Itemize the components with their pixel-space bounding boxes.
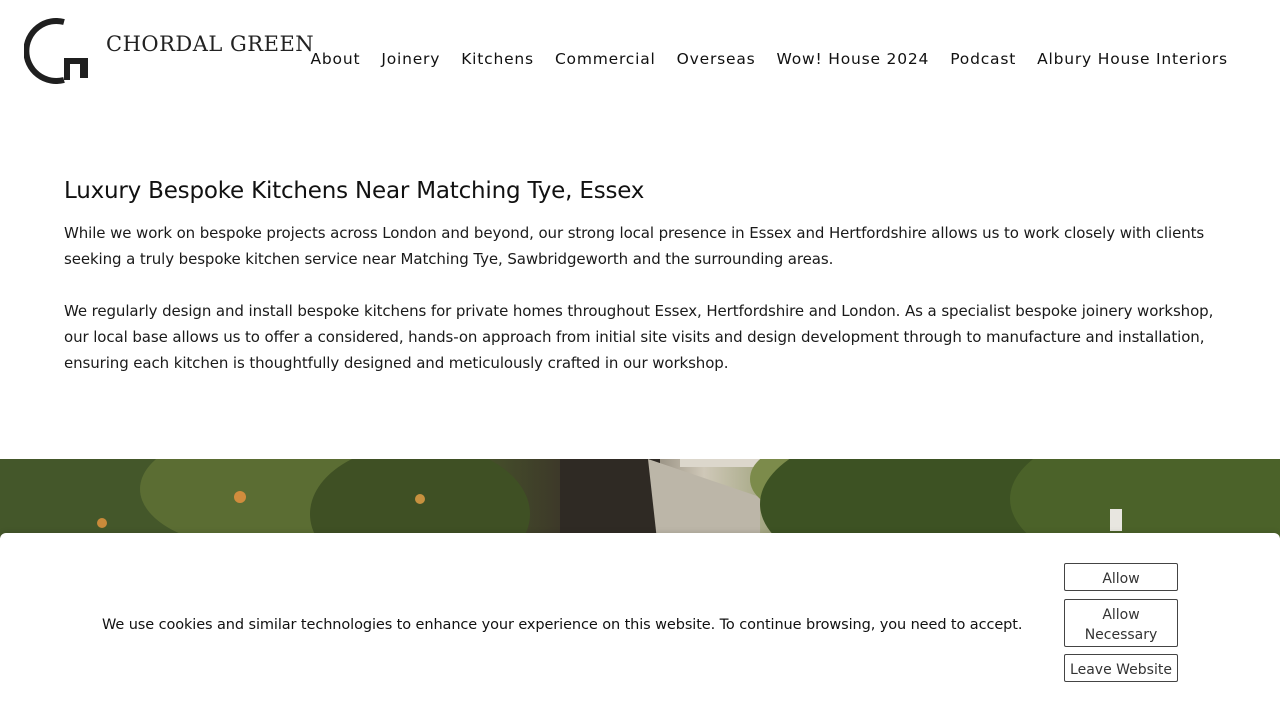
nav-item-kitchens[interactable]: Kitchens [461,50,534,68]
nav-item-commercial[interactable]: Commercial [555,50,656,68]
cookie-message: We use cookies and similar technologies … [102,617,1023,633]
main-content: Luxury Bespoke Kitchens Near Matching Ty… [64,178,1224,402]
nav-item-about[interactable]: About [311,50,361,68]
page-title: Luxury Bespoke Kitchens Near Matching Ty… [64,178,645,204]
brand-name: CHORDAL GREEN [106,32,315,56]
site-header: CHORDAL GREEN About Joinery Kitchens Com… [0,0,1280,120]
chordal-green-logo-icon [24,18,88,84]
allow-necessary-button[interactable]: Allow Necessary [1064,599,1178,647]
nav-item-albury-house-interiors[interactable]: Albury House Interiors [1037,50,1228,68]
site-logo[interactable]: CHORDAL GREEN [24,18,314,84]
nav-item-podcast[interactable]: Podcast [950,50,1016,68]
nav-item-wow-house-2024[interactable]: Wow! House 2024 [777,50,930,68]
allow-cookies-button[interactable]: Allow [1064,563,1178,591]
nav-item-joinery[interactable]: Joinery [381,50,440,68]
nav-item-overseas[interactable]: Overseas [677,50,756,68]
leave-website-button[interactable]: Leave Website [1064,654,1178,682]
main-navigation: About Joinery Kitchens Commercial Overse… [300,50,1228,68]
workshop-paragraph: We regularly design and install bespoke … [64,302,1214,372]
intro-paragraph: While we work on bespoke projects across… [64,224,1205,268]
cookie-banner: We use cookies and similar technologies … [0,533,1280,720]
